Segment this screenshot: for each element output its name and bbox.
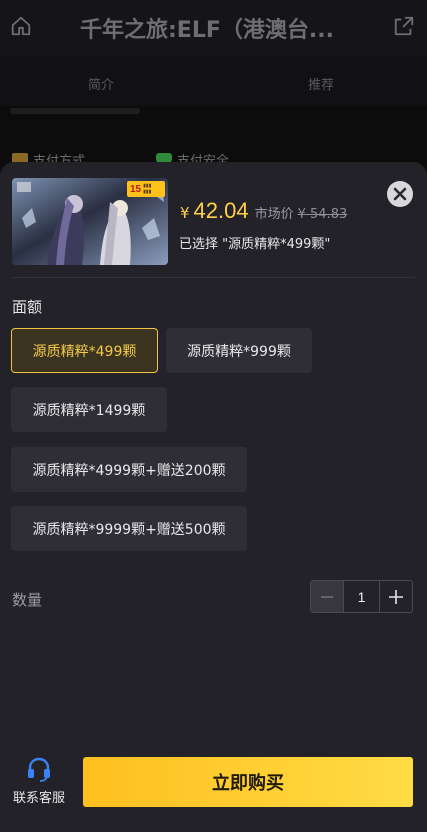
- price-row: ¥ 42.04 市场价 ¥ 54.83: [180, 198, 347, 224]
- headset-icon: [28, 757, 50, 782]
- promo-badge-mark: ▮▮▮ ▮▮▮: [143, 183, 152, 195]
- tab-intro[interactable]: 简介: [88, 74, 114, 93]
- selected-summary: 已选择 "源质精粹*499颗": [179, 237, 331, 252]
- market-price: ¥ 54.83: [297, 207, 348, 222]
- close-button[interactable]: [387, 181, 413, 207]
- product-image: 15 ▮▮▮ ▮▮▮: [12, 178, 168, 265]
- background-bar: [10, 108, 140, 114]
- tab-recommend[interactable]: 推荐: [308, 74, 334, 93]
- promo-badge-number: 15: [130, 183, 142, 195]
- increment-button[interactable]: [380, 581, 412, 612]
- quantity-stepper: 1: [310, 580, 413, 613]
- close-icon: [393, 187, 407, 201]
- quantity-label: 数量: [12, 591, 43, 609]
- divider: [12, 277, 415, 278]
- purchase-sheet: 15 ▮▮▮ ▮▮▮ ¥ 42.04 市场价 ¥ 54.83 已选择 "源质精粹*…: [0, 162, 427, 832]
- amount-option[interactable]: 源质精粹*499颗: [11, 328, 158, 373]
- amount-option[interactable]: 源质精粹*4999颗+赠送200颗: [11, 447, 247, 492]
- amount-option[interactable]: 源质精粹*999颗: [166, 328, 312, 373]
- amount-section-label: 面额: [12, 298, 43, 316]
- page-title: 千年之旅:ELF（港澳台...: [80, 18, 334, 43]
- tab-bar: 简介 推荐: [0, 56, 427, 106]
- customer-service-button[interactable]: 联系客服: [8, 756, 70, 806]
- amount-option[interactable]: 源质精粹*1499颗: [11, 387, 167, 432]
- home-icon[interactable]: [10, 15, 32, 37]
- minus-icon: [321, 595, 333, 598]
- currency-symbol: ¥: [180, 204, 190, 222]
- plus-icon: [389, 589, 403, 604]
- decrement-button[interactable]: [311, 581, 343, 612]
- promo-badge: 15 ▮▮▮ ▮▮▮: [127, 181, 165, 197]
- customer-service-label: 联系客服: [12, 791, 65, 806]
- amount-option[interactable]: 源质精粹*9999颗+赠送500颗: [11, 506, 247, 551]
- buy-now-button[interactable]: 立即购买: [83, 757, 413, 807]
- quantity-value[interactable]: 1: [343, 581, 380, 612]
- market-price-label: 市场价: [254, 207, 294, 222]
- share-icon[interactable]: [393, 15, 415, 37]
- current-price: 42.04: [193, 198, 249, 223]
